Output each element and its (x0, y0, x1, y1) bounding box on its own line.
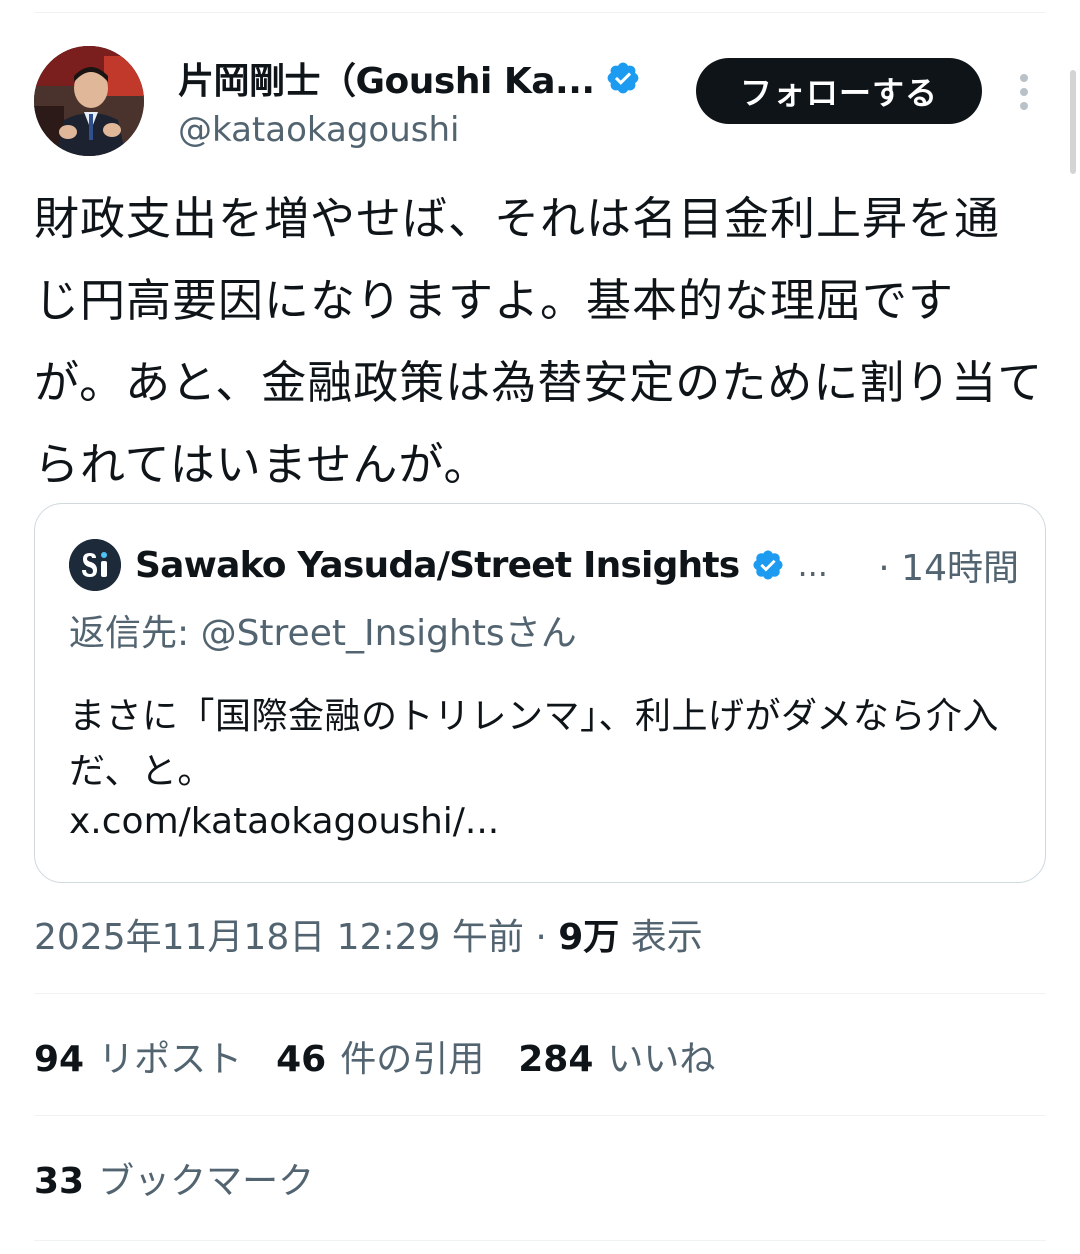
quotes-stat[interactable]: 46 件の引用 (276, 1030, 484, 1082)
bookmarks-count: 33 (34, 1161, 85, 1202)
views-label: 表示 (630, 917, 703, 958)
divider (34, 993, 1046, 994)
divider (34, 1240, 1046, 1241)
tweet-meta: 2025年11月18日 12:29 午前 · 9万 表示 (34, 908, 703, 960)
quote-author-name: Sawako Yasuda/Street Insights (135, 544, 740, 586)
likes-label: いいね (607, 1039, 716, 1080)
author-avatar-image (34, 46, 144, 156)
engagement-stats: 94 リポスト 46 件の引用 284 いいね (34, 1030, 749, 1082)
author-handle[interactable]: @kataokagoushi (178, 110, 698, 150)
quote-text: まさに「国際金融のトリレンマ」、利上げがダメなら介入だ、と。 (69, 696, 999, 792)
divider (34, 1115, 1046, 1116)
quote-author-avatar (69, 539, 121, 591)
quote-tweet-card[interactable]: Sawako Yasuda/Street Insights ... · 14時間… (34, 503, 1046, 883)
street-insights-logo-icon (69, 539, 121, 591)
quote-reply-to: 返信先: @Street_Insightsさん (69, 613, 577, 654)
tweet-timestamp[interactable]: 2025年11月18日 12:29 午前 (34, 917, 524, 958)
scrollbar[interactable] (1070, 70, 1076, 174)
more-dot (1020, 102, 1028, 110)
more-dot (1020, 74, 1028, 82)
more-dot (1020, 88, 1028, 96)
author-display-name[interactable]: 片岡剛士（Goushi Ka... (178, 52, 595, 104)
meta-separator: · (523, 917, 559, 958)
reposts-stat[interactable]: 94 リポスト (34, 1030, 242, 1082)
verified-badge-icon (607, 62, 638, 94)
follow-button[interactable]: フォローする (696, 58, 982, 124)
top-divider (34, 12, 1046, 13)
reposts-count: 94 (34, 1039, 85, 1080)
likes-count: 284 (518, 1039, 594, 1080)
views-count: 9万 (558, 917, 620, 958)
bookmarks-label: ブックマーク (98, 1161, 315, 1202)
quotes-label: 件の引用 (340, 1039, 485, 1080)
author-avatar[interactable] (34, 46, 144, 156)
more-vertical-icon[interactable] (1010, 70, 1038, 114)
likes-stat[interactable]: 284 いいね (518, 1030, 715, 1082)
quotes-count: 46 (276, 1039, 327, 1080)
tweet-text: 財政支出を増やせば、それは名目金利上昇を通じ円高要因になりますよ。基本的な理屈で… (34, 192, 1044, 491)
bookmarks-stat[interactable]: 33 ブックマーク (34, 1152, 314, 1204)
author-names: 片岡剛士（Goushi Ka... @kataokagoushi (178, 54, 698, 150)
verified-badge-icon (753, 550, 783, 580)
quote-truncation-ellipsis: ... (797, 546, 828, 584)
reposts-label: リポスト (98, 1039, 243, 1080)
quote-link[interactable]: x.com/kataokagoushi/... (69, 801, 499, 842)
quote-header: Sawako Yasuda/Street Insights ... · 14時間 (69, 538, 1019, 592)
tweet-header: 片岡剛士（Goushi Ka... @kataokagoushi フォローする (34, 46, 1044, 158)
quote-time[interactable]: · 14時間 (878, 539, 1019, 591)
